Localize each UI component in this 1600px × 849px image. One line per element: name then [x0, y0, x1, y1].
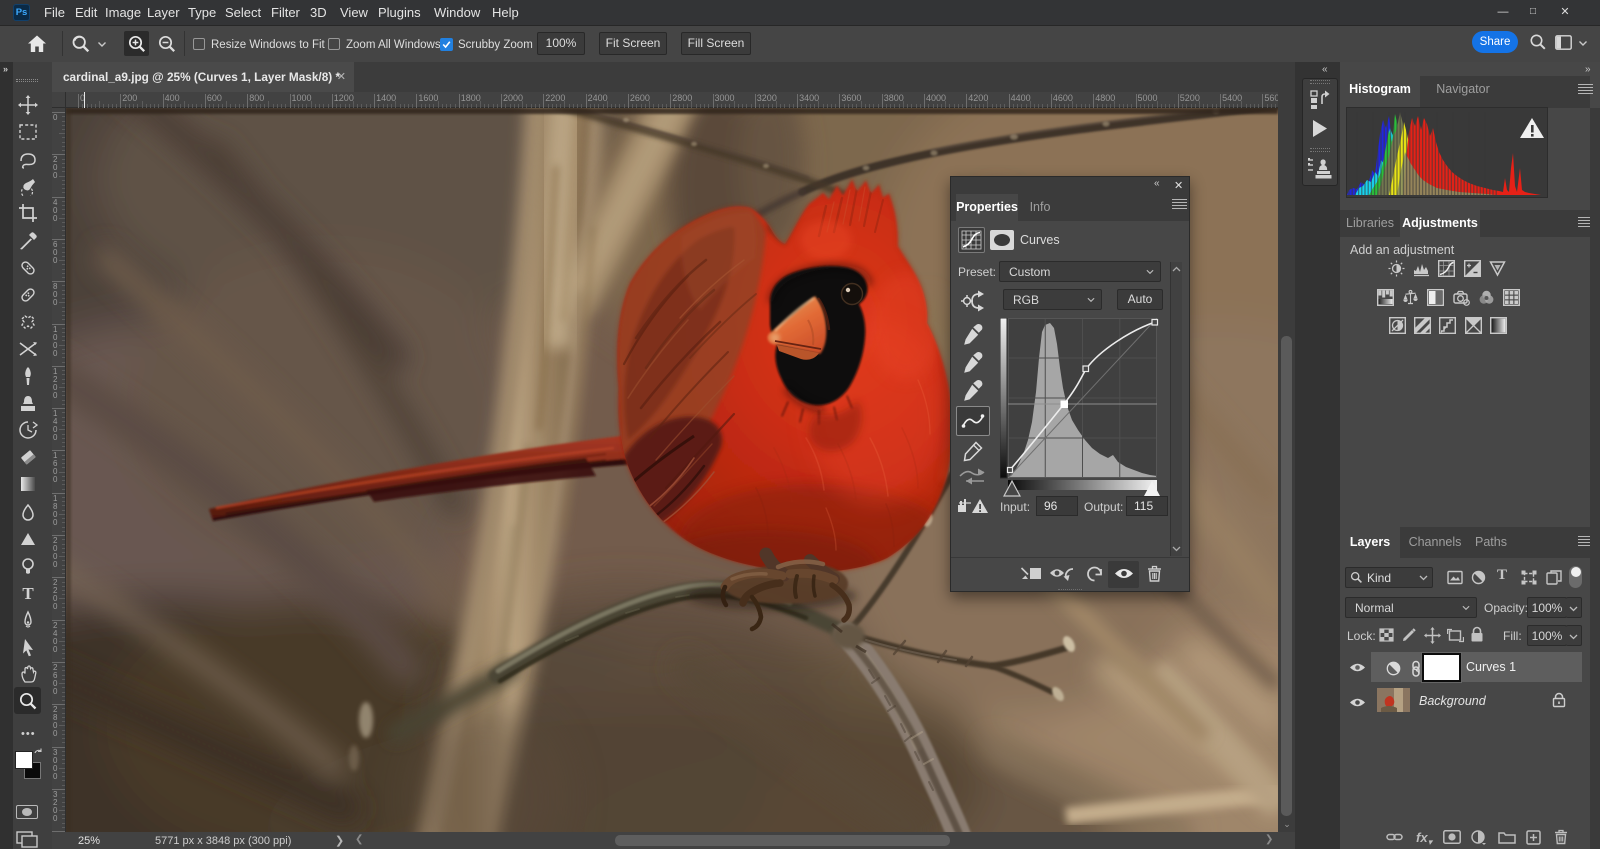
svg-text:T: T — [22, 584, 34, 603]
